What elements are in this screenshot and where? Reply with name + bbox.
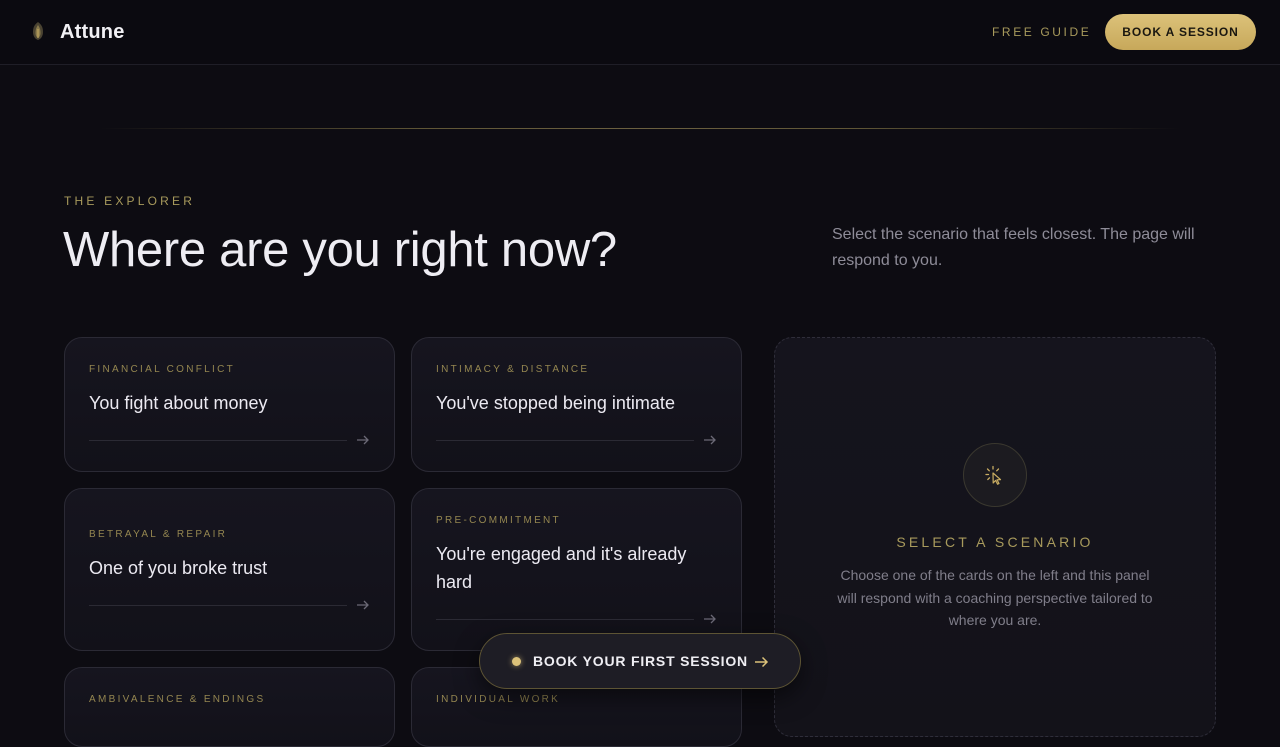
panel-icon-badge — [963, 443, 1027, 507]
scenario-card-ambivalence-endings[interactable]: AMBIVALENCE & ENDINGS — [64, 667, 395, 747]
brand-logo[interactable]: Attune — [28, 19, 125, 45]
scenario-tag: PRE-COMMITMENT — [436, 515, 561, 526]
scenario-tag: FINANCIAL CONFLICT — [89, 364, 236, 375]
book-session-button[interactable]: BOOK A SESSION — [1105, 14, 1256, 50]
section-eyebrow: THE EXPLORER — [64, 194, 196, 208]
panel-heading: SELECT A SCENARIO — [896, 534, 1094, 550]
scenario-response-panel: SELECT A SCENARIO Choose one of the card… — [774, 337, 1216, 737]
scenario-card-financial-conflict[interactable]: FINANCIAL CONFLICT You fight about money — [64, 337, 395, 472]
pointer-click-icon — [985, 465, 1002, 485]
book-first-session-button[interactable]: BOOK YOUR FIRST SESSION — [479, 633, 801, 689]
arrow-right-icon — [357, 600, 369, 610]
brand-mark-icon — [33, 22, 43, 40]
floating-cta-label: BOOK YOUR FIRST SESSION — [533, 653, 748, 669]
arrow-right-icon — [755, 656, 769, 668]
free-guide-link[interactable]: FREE GUIDE — [992, 25, 1091, 39]
scenario-card-betrayal-repair[interactable]: BETRAYAL & REPAIR One of you broke trust — [64, 488, 395, 651]
arrow-right-icon — [357, 435, 369, 445]
card-divider — [89, 440, 347, 441]
card-divider — [436, 619, 694, 620]
scenario-tag: BETRAYAL & REPAIR — [89, 529, 228, 540]
card-divider — [436, 440, 694, 441]
scenario-title: One of you broke trust — [89, 558, 268, 578]
card-divider — [89, 605, 347, 606]
status-dot-icon — [512, 657, 521, 666]
scenario-tag: INDIVIDUAL WORK — [436, 694, 561, 705]
brand-name: Attune — [60, 20, 125, 43]
scenario-tag: INTIMACY & DISTANCE — [436, 364, 590, 375]
scenario-card-pre-commitment[interactable]: PRE-COMMITMENT You're engaged and it's a… — [411, 488, 742, 651]
section-divider — [100, 128, 1180, 129]
scenario-card-intimacy-distance[interactable]: INTIMACY & DISTANCE You've stopped being… — [411, 337, 742, 472]
scenario-title: You're engaged and it's already hard — [436, 544, 687, 592]
scenario-tag: AMBIVALENCE & ENDINGS — [89, 694, 266, 705]
section-intro: Select the scenario that feels closest. … — [832, 226, 1195, 269]
panel-description: Choose one of the cards on the left and … — [837, 567, 1153, 628]
arrow-right-icon — [704, 614, 716, 624]
site-header: Attune FREE GUIDE BOOK A SESSION — [0, 0, 1280, 65]
page-title: Where are you right now? — [63, 223, 617, 277]
scenario-title: You've stopped being intimate — [436, 393, 675, 413]
scenario-title: You fight about money — [89, 393, 268, 413]
arrow-right-icon — [704, 435, 716, 445]
